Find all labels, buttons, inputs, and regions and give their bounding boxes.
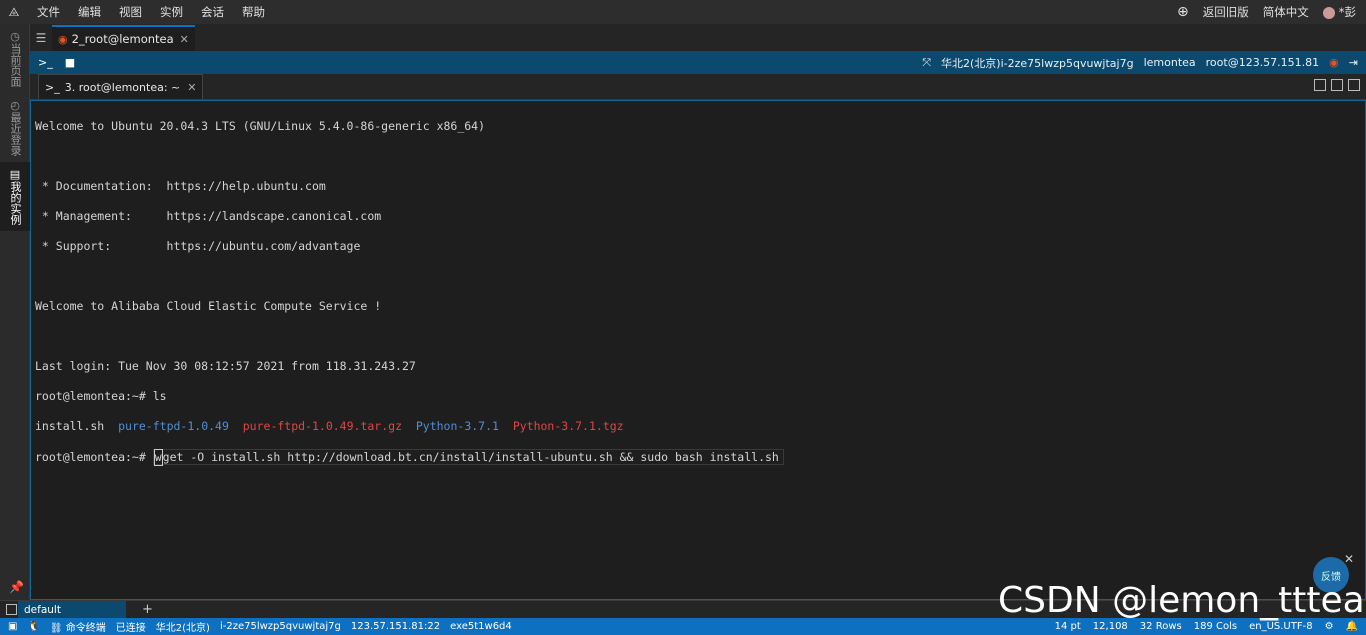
- status-region: 华北2(北京): [155, 623, 210, 634]
- status-instance: i-2ze75lwzp5qvuwjtaj7g: [219, 621, 341, 632]
- terminal-output[interactable]: Welcome to Ubuntu 20.04.3 LTS (GNU/Linux…: [30, 100, 1366, 600]
- user-menu[interactable]: *彭: [1322, 4, 1356, 20]
- session-region: 华北2(北京)i-2ze75lwzp5qvuwjtaj7g: [941, 56, 1134, 70]
- menu-edit[interactable]: 编辑: [69, 4, 110, 20]
- status-connected: 已连接: [115, 623, 146, 634]
- terminal-line: Last login: Tue Nov 30 08:12:57 2021 fro…: [35, 359, 416, 373]
- language-select[interactable]: 简体中文: [1263, 4, 1309, 20]
- menu-file[interactable]: 文件: [28, 4, 69, 20]
- status-cursor: 12,108: [1092, 621, 1128, 632]
- terminal-icon: >_: [45, 80, 60, 94]
- split-vertical-icon[interactable]: [1331, 79, 1343, 91]
- watermark: CSDN @lemon_tttea: [998, 580, 1365, 621]
- terminal-line: Welcome to Ubuntu 20.04.3 LTS (GNU/Linux…: [35, 119, 486, 133]
- session-tab-bar: ☰ ◉ 2_root@lemontea ✕: [30, 24, 1366, 51]
- terminal-line: install.sh pure-ftpd-1.0.49 pure-ftpd-1.…: [35, 419, 1361, 434]
- terminal-line: * Management: https://landscape.canonica…: [35, 209, 382, 223]
- menu-instance[interactable]: 实例: [151, 4, 192, 20]
- status-rows: 32 Rows: [1139, 621, 1182, 632]
- left-sidebar: ◷ 当前页面 ◴ 最近登录 ▤ 我的实例 📌: [0, 24, 30, 602]
- ls-entry: install.sh: [35, 419, 105, 433]
- close-icon[interactable]: ✕: [1344, 552, 1354, 566]
- terminal-icon[interactable]: >_: [38, 56, 53, 69]
- layout-controls: [1314, 79, 1360, 91]
- tab-default[interactable]: default: [18, 601, 126, 618]
- split-horizontal-icon[interactable]: [1348, 79, 1360, 91]
- ls-entry: Python-3.7.1.tgz: [512, 419, 624, 433]
- menu-session[interactable]: 会话: [192, 4, 233, 20]
- link-icon: ⛓: [49, 623, 63, 634]
- menu-help[interactable]: 帮助: [233, 4, 274, 20]
- command-input[interactable]: wget -O install.sh http://download.bt.cn…: [152, 449, 784, 466]
- ls-entry: Python-3.7.1: [415, 419, 499, 433]
- clock-icon: ◷: [8, 30, 22, 43]
- terminal-line: Welcome to Alibaba Cloud Elastic Compute…: [35, 299, 382, 313]
- status-cols: 189 Cols: [1193, 621, 1238, 632]
- sidebar-tab-current-page[interactable]: ◷ 当前页面: [0, 24, 30, 93]
- terminal-line: root@lemontea:~# wget -O install.sh http…: [35, 449, 1361, 466]
- ls-entry: pure-ftpd-1.0.49.tar.gz: [242, 419, 402, 433]
- menu-bar: ⨹ 文件 编辑 视图 实例 会话 帮助 ⊕ 返回旧版 简体中文 *彭: [0, 0, 1366, 24]
- close-icon[interactable]: ✕: [180, 33, 189, 46]
- terminal-line: * Documentation: https://help.ubuntu.com: [35, 179, 326, 193]
- return-old-version-link[interactable]: 返回旧版: [1203, 4, 1249, 20]
- menu-view[interactable]: 视图: [110, 4, 151, 20]
- monitor-icon: ▣: [8, 621, 18, 632]
- pin-icon[interactable]: 📌: [9, 580, 24, 594]
- sidebar-tab-recent-login[interactable]: ◴ 最近登录: [0, 93, 30, 162]
- ls-entry: pure-ftpd-1.0.49: [118, 419, 229, 433]
- status-font-size[interactable]: 14 pt: [1055, 621, 1081, 632]
- app-logo-icon: ⨹: [8, 4, 20, 19]
- cursor: w: [153, 449, 163, 466]
- status-address: 123.57.151.81:22: [350, 621, 441, 632]
- session-login: root@123.57.151.81: [1205, 56, 1320, 69]
- folder-icon[interactable]: ■: [65, 56, 75, 69]
- bell-icon[interactable]: 🔔: [1346, 621, 1358, 632]
- session-info-bar: >_ ■ ⤧ 华北2(北京)i-2ze75lwzp5qvuwjtaj7g lem…: [30, 51, 1366, 74]
- list-icon: ▤: [8, 168, 22, 181]
- fullscreen-icon[interactable]: ⤧: [922, 56, 931, 70]
- avatar: [1322, 6, 1335, 19]
- history-icon: ◴: [8, 99, 22, 112]
- tab-terminal[interactable]: >_ 3. root@lemontea: ~ ✕: [38, 74, 204, 99]
- terminal-line: root@lemontea:~# ls: [35, 389, 1361, 404]
- session-host: lemontea: [1143, 56, 1196, 69]
- linux-icon: 🐧: [27, 621, 40, 632]
- ubuntu-icon: ◉: [1329, 56, 1339, 69]
- sidebar-tab-my-instances[interactable]: ▤ 我的实例: [0, 162, 30, 231]
- tab-terminal-label: 3. root@lemontea: ~: [64, 80, 181, 94]
- settings-icon[interactable]: ⚙: [1325, 621, 1334, 632]
- status-encoding[interactable]: en_US.UTF-8: [1249, 621, 1313, 632]
- collapse-menu-icon[interactable]: ☰: [30, 24, 52, 51]
- status-session-id: exe5t1w6d4: [450, 621, 512, 632]
- user-name: *彭: [1338, 5, 1356, 19]
- command: ls: [152, 389, 167, 403]
- prompt: root@lemontea:~#: [35, 450, 153, 464]
- prompt: root@lemontea:~#: [35, 389, 153, 403]
- ubuntu-icon: ◉: [58, 32, 68, 46]
- terminal-icon: [6, 604, 17, 615]
- terminal-line: * Support: https://ubuntu.com/advantage: [35, 239, 361, 253]
- menubar-right: ⊕ 返回旧版 简体中文 *彭: [1177, 0, 1356, 24]
- new-pane-icon[interactable]: [1314, 79, 1326, 91]
- add-tab-icon[interactable]: +: [142, 602, 153, 617]
- logout-icon[interactable]: ⇥: [1349, 56, 1358, 69]
- add-circle-icon[interactable]: ⊕: [1177, 4, 1189, 20]
- tab-session-main[interactable]: ◉ 2_root@lemontea ✕: [52, 25, 195, 51]
- tab-session-label: 2_root@lemontea: [71, 32, 174, 46]
- close-icon[interactable]: ✕: [187, 81, 196, 94]
- terminal-tab-bar: >_ 3. root@lemontea: ~ ✕: [30, 74, 1366, 100]
- session-info-right: ⤧ 华北2(北京)i-2ze75lwzp5qvuwjtaj7g lemontea…: [922, 51, 1358, 74]
- status-mode: ⛓ 命令终端: [49, 623, 106, 634]
